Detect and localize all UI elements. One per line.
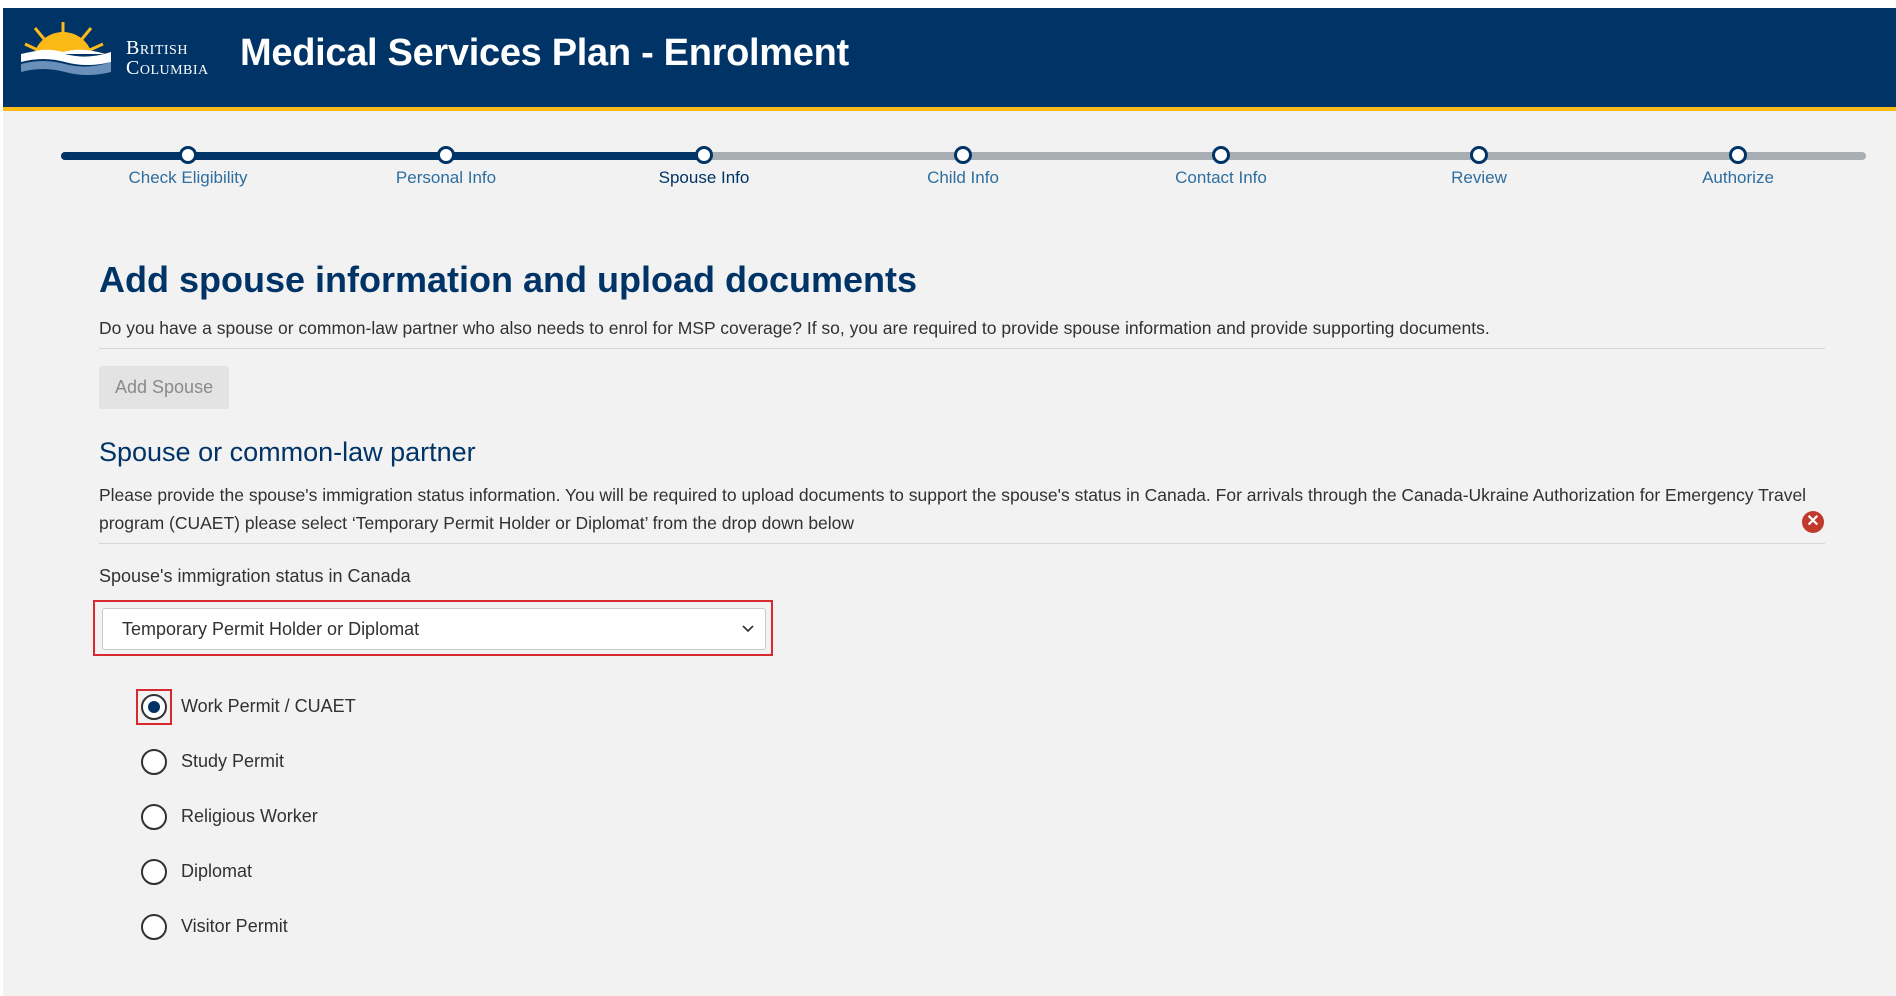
logo-text-line1: British	[126, 37, 188, 59]
divider	[99, 348, 1825, 349]
step-label: Review	[1451, 168, 1507, 187]
radio-button[interactable]	[141, 804, 167, 830]
step-spouse-info[interactable]: Spouse Info	[604, 146, 804, 188]
logo-wordmark: British Columbia	[126, 38, 209, 78]
radio-button[interactable]	[141, 749, 167, 775]
radio-label: Religious Worker	[181, 806, 318, 826]
radio-label: Study Permit	[181, 751, 285, 771]
app-title: Medical Services Plan - Enrolment	[240, 32, 849, 74]
add-spouse-button[interactable]: Add Spouse	[99, 366, 230, 409]
radio-label: Diplomat	[181, 861, 253, 881]
section-heading: Spouse or common-law partner	[99, 437, 476, 467]
radio-button[interactable]	[141, 859, 167, 885]
chevron-down-icon	[742, 625, 754, 633]
step-review[interactable]: Review	[1379, 146, 1579, 188]
page-frame: British Columbia Medical Services Plan -…	[3, 8, 1896, 996]
step-dot	[1212, 146, 1230, 164]
radio-button[interactable]	[141, 914, 167, 940]
page-title: Add spouse information and upload docume…	[99, 259, 918, 300]
step-check-eligibility[interactable]: Check Eligibility	[88, 146, 288, 188]
step-label: Authorize	[1702, 168, 1774, 187]
radio-label: Visitor Permit	[181, 916, 288, 936]
step-dot	[1729, 146, 1747, 164]
step-label: Check Eligibility	[128, 168, 248, 187]
step-dot	[954, 146, 972, 164]
immigration-status-select[interactable]: Temporary Permit Holder or Diplomat	[102, 608, 766, 650]
bc-sun-icon	[21, 22, 111, 75]
step-label: Child Info	[927, 168, 999, 187]
radio-button-checked[interactable]	[141, 694, 167, 720]
step-dot	[437, 146, 455, 164]
step-child-info[interactable]: Child Info	[863, 146, 1063, 188]
section-description-block: Please provide the spouse's immigration …	[99, 481, 1825, 544]
step-dot	[695, 146, 713, 164]
remove-spouse-icon[interactable]: ✕	[1802, 511, 1824, 533]
main-content: Add spouse information and upload docume…	[99, 258, 1825, 588]
step-contact-info[interactable]: Contact Info	[1121, 146, 1321, 188]
step-authorize[interactable]: Authorize	[1638, 146, 1838, 188]
progress-stepper: Check Eligibility Personal Info Spouse I…	[3, 111, 1896, 227]
step-personal-info[interactable]: Personal Info	[346, 146, 546, 188]
step-label: Contact Info	[1175, 168, 1267, 187]
bc-logo[interactable]: British Columbia	[21, 18, 231, 88]
radio-label: Work Permit / CUAET	[181, 696, 356, 716]
immigration-status-label: Spouse's immigration status in Canada	[99, 566, 411, 586]
select-value: Temporary Permit Holder or Diplomat	[122, 619, 420, 639]
intro-text: Do you have a spouse or common-law partn…	[99, 318, 1490, 338]
app-header: British Columbia Medical Services Plan -…	[3, 8, 1896, 111]
step-dot	[179, 146, 197, 164]
step-label: Personal Info	[395, 168, 497, 187]
section-description: Please provide the spouse's immigration …	[99, 485, 1807, 533]
step-dot	[1470, 146, 1488, 164]
logo-text-line2: Columbia	[126, 57, 209, 79]
step-label: Spouse Info	[658, 168, 750, 187]
